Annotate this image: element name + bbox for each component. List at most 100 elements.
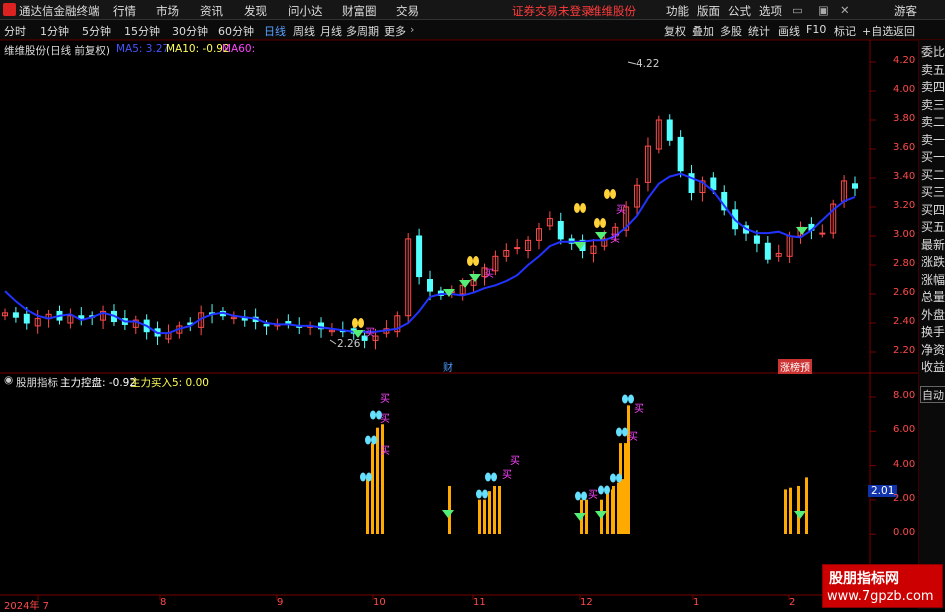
- menu-banmian[interactable]: 版面: [697, 3, 720, 19]
- side-item[interactable]: 净资: [920, 342, 945, 359]
- indicator-tick: 0.00: [893, 527, 916, 539]
- side-item[interactable]: 外盘: [920, 307, 945, 324]
- period-monthly[interactable]: 月线: [320, 23, 342, 39]
- minimize-icon[interactable]: ▭: [792, 3, 803, 17]
- btn-f10[interactable]: F10: [806, 23, 826, 36]
- period-daily[interactable]: 日线: [264, 23, 286, 39]
- menu-shichang[interactable]: 市场: [156, 3, 179, 19]
- stock-name-title: 维维股份: [590, 4, 636, 18]
- butterfly-icon: [604, 189, 610, 199]
- side-item[interactable]: 卖五: [920, 62, 945, 79]
- side-item[interactable]: 买二: [920, 167, 945, 184]
- indicator-name[interactable]: 股朋指标: [16, 375, 58, 390]
- period-weekly[interactable]: 周线: [293, 23, 315, 39]
- period-1min[interactable]: 1分钟: [40, 23, 69, 39]
- btn-fuquan[interactable]: 复权: [664, 23, 686, 39]
- restore-icon[interactable]: ▣: [818, 3, 829, 17]
- indicator-bar: [624, 443, 627, 534]
- side-item[interactable]: 卖二: [920, 114, 945, 131]
- low-pointer: [329, 339, 337, 345]
- butterfly-icon: [610, 473, 616, 483]
- menu-gongshi[interactable]: 公式: [728, 3, 751, 19]
- side-item[interactable]: 卖一: [920, 132, 945, 149]
- btn-huaxian[interactable]: 画线: [778, 23, 800, 39]
- side-item[interactable]: 总量: [920, 289, 945, 306]
- side-item[interactable]: 换手: [920, 324, 945, 341]
- menu-xuanxiang[interactable]: 选项: [759, 3, 782, 19]
- date-tick: 2: [789, 597, 796, 608]
- indicator-bar: [784, 489, 787, 534]
- indicator-bar: [493, 485, 496, 534]
- menu-wenxiaoda[interactable]: 问小达: [288, 3, 323, 19]
- low-price-label: 2.26: [337, 338, 361, 350]
- period-30min[interactable]: 30分钟: [172, 23, 208, 39]
- menu-faxian[interactable]: 发现: [244, 3, 267, 19]
- candle-body: [710, 177, 717, 191]
- side-item[interactable]: 卖三: [920, 97, 945, 114]
- price-tick: 4.20: [893, 55, 916, 66]
- price-tick: 3.00: [893, 229, 916, 240]
- btn-add-watchlist[interactable]: +自选: [862, 23, 893, 39]
- btn-biaoji[interactable]: 标记: [834, 23, 856, 39]
- menu-gongneng[interactable]: 功能: [666, 3, 689, 19]
- app-name: 通达信金融终端: [19, 4, 100, 18]
- menu-jiaoyi[interactable]: 交易: [396, 3, 419, 19]
- period-15min[interactable]: 15分钟: [124, 23, 160, 39]
- auto-button[interactable]: 自动: [920, 386, 945, 403]
- period-5min[interactable]: 5分钟: [82, 23, 111, 39]
- side-item[interactable]: 涨跌: [920, 254, 945, 271]
- candle-body: [263, 323, 270, 327]
- side-item[interactable]: 买四: [920, 202, 945, 219]
- price-tick: 3.40: [893, 171, 916, 182]
- period-fenshi[interactable]: 分时: [4, 23, 26, 39]
- period-multi[interactable]: 多周期: [346, 23, 379, 39]
- side-item[interactable]: 买三: [920, 184, 945, 201]
- indicator-bar: [797, 485, 800, 534]
- chart-area[interactable]: [0, 40, 918, 609]
- candle-body: [285, 321, 292, 324]
- butterfly-icon: [371, 435, 377, 445]
- buy-marker-main: 买: [365, 328, 375, 339]
- buy-label: 买: [380, 414, 390, 425]
- btn-diejia[interactable]: 叠加: [692, 23, 714, 39]
- event-marker-zhangbang[interactable]: 涨榜预: [778, 359, 812, 374]
- period-60min[interactable]: 60分钟: [218, 23, 254, 39]
- side-item[interactable]: 委比: [920, 44, 945, 61]
- btn-duogu[interactable]: 多股: [720, 23, 742, 39]
- candle-body: [819, 232, 826, 235]
- candle-body: [753, 235, 760, 244]
- side-item[interactable]: 买一: [920, 149, 945, 166]
- butterfly-icon: [600, 218, 606, 228]
- candle-body: [666, 119, 673, 141]
- guest-label[interactable]: 游客: [894, 3, 917, 19]
- login-status[interactable]: 证券交易未登录: [512, 3, 593, 19]
- btn-tongji[interactable]: 统计: [748, 23, 770, 39]
- menu-hangqing[interactable]: 行情: [113, 3, 136, 19]
- side-item[interactable]: 收益: [920, 359, 945, 376]
- side-item[interactable]: 最新: [920, 237, 945, 254]
- chevron-right-icon[interactable]: ›: [410, 23, 414, 36]
- butterfly-icon: [598, 485, 604, 495]
- ma10-label: MA10: -0.92: [166, 43, 230, 55]
- buy-label: 买: [628, 432, 638, 443]
- close-icon[interactable]: ✕: [840, 3, 850, 17]
- side-item[interactable]: 买五: [920, 219, 945, 236]
- price-tick: 3.60: [893, 142, 916, 153]
- date-tick: 9: [277, 597, 284, 608]
- indicator-collapse-icon[interactable]: ◉: [4, 374, 13, 386]
- candle-body: [416, 235, 423, 278]
- candle-body: [852, 183, 858, 189]
- side-item[interactable]: 卖四: [920, 79, 945, 96]
- event-marker-cai[interactable]: 财: [443, 359, 453, 374]
- price-tick: 2.20: [893, 345, 916, 356]
- btn-fanhui[interactable]: 返回: [893, 23, 915, 39]
- period-more[interactable]: 更多: [384, 23, 406, 39]
- period-toolbar: 分时 1分钟 5分钟 15分钟 30分钟 60分钟 日线 周线 月线 多周期 更…: [0, 20, 945, 40]
- menu-zixun[interactable]: 资讯: [200, 3, 223, 19]
- butterfly-icon: [594, 218, 600, 228]
- gem-marker: [459, 280, 471, 288]
- menu-caifuquan[interactable]: 财富圈: [342, 3, 377, 19]
- side-item[interactable]: 涨幅: [920, 272, 945, 289]
- indicator-main-value: 主力控盘: -0.92: [60, 377, 137, 389]
- date-tick: 2024年 7: [4, 601, 49, 612]
